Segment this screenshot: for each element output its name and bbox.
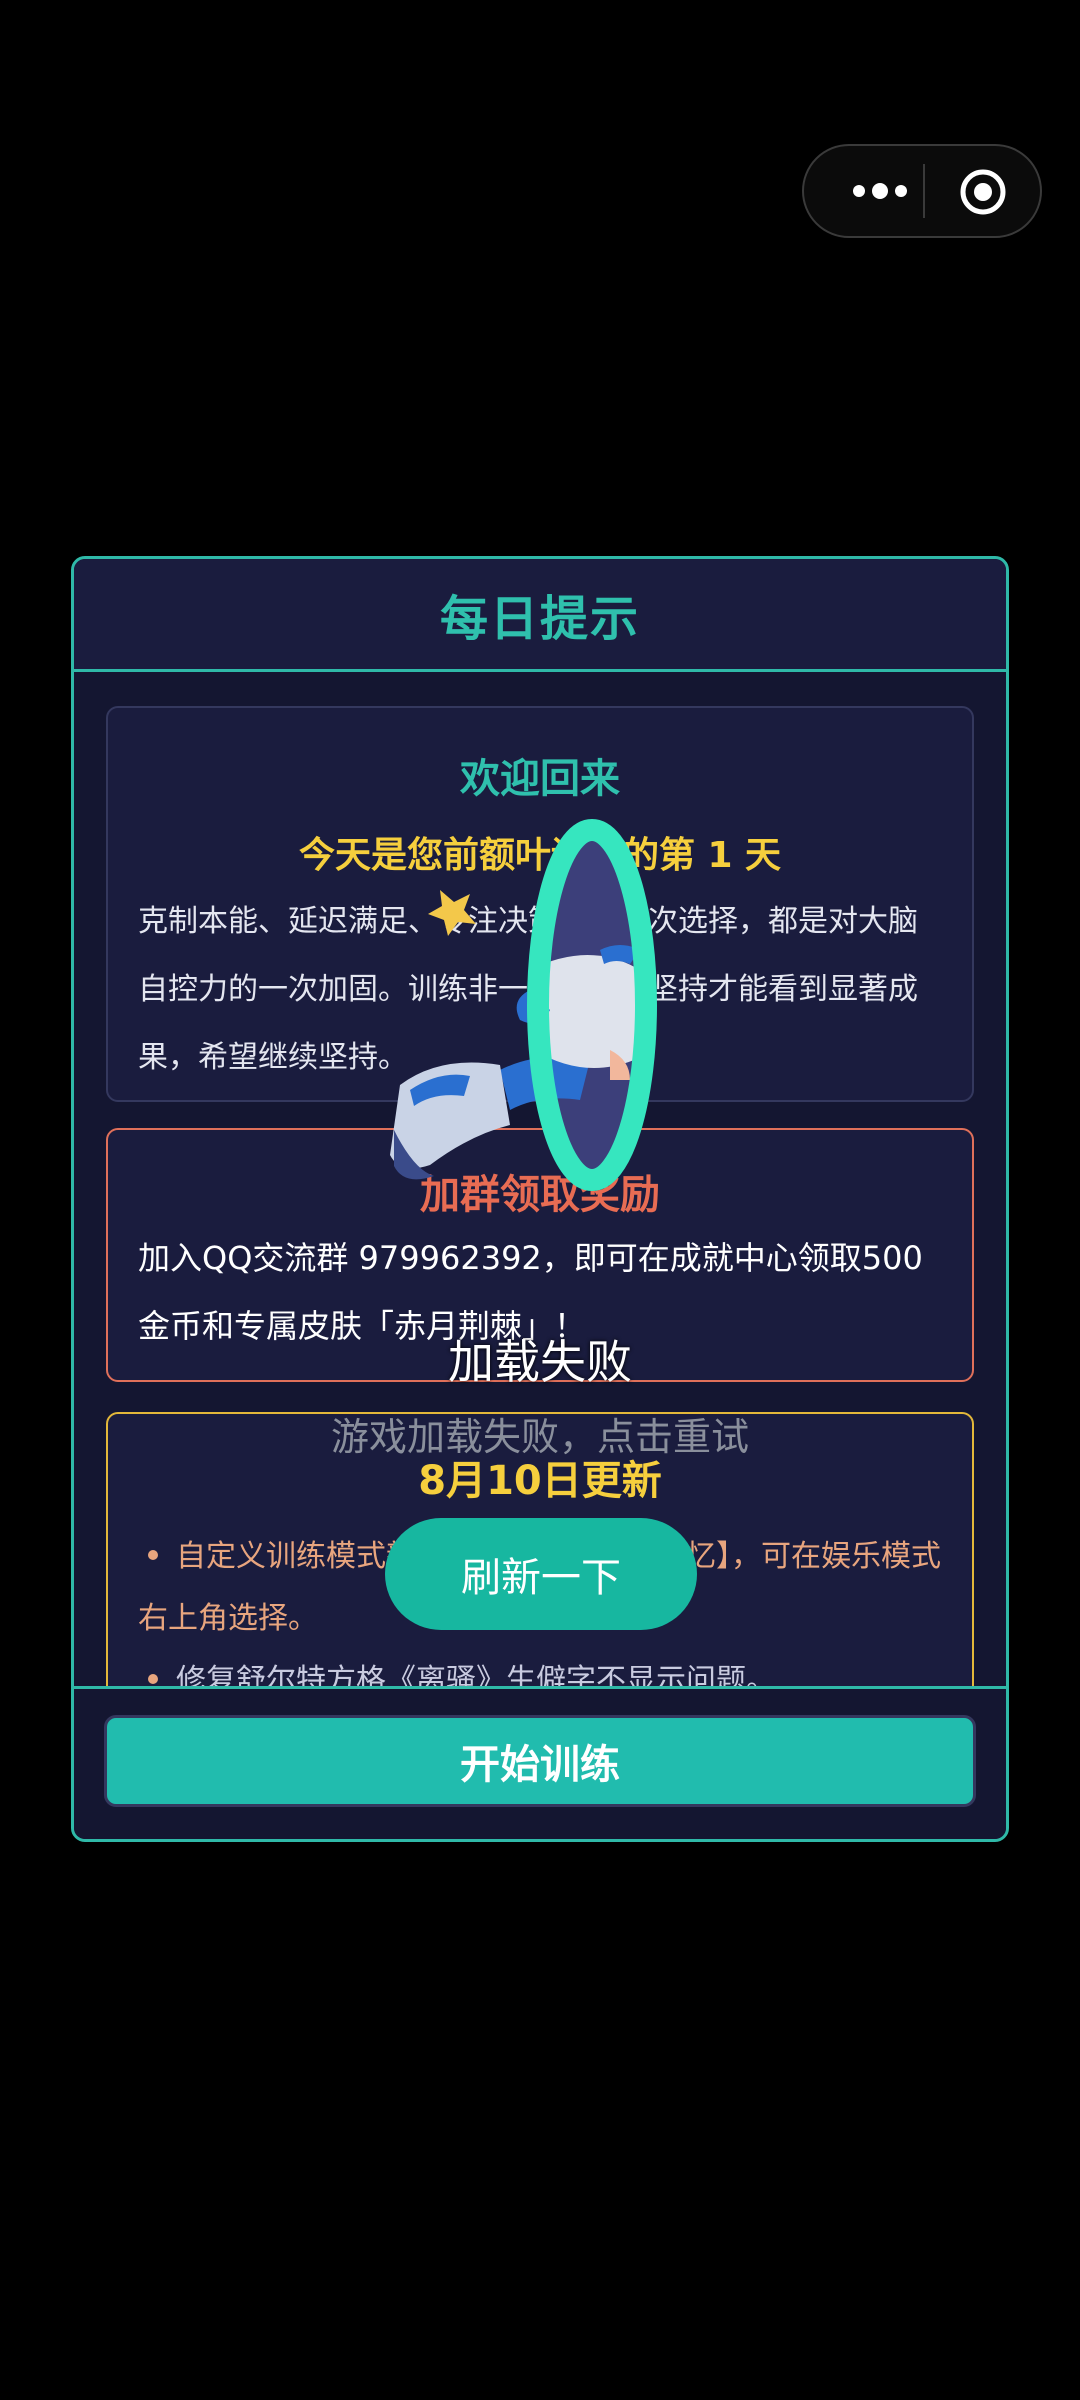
modal-title: 每日提示 [439,591,640,647]
update-title: 8月10日更新 [418,1458,662,1504]
reward-description: 加入QQ交流群 979962392，即可在成就中心领取500金币和专属皮肤「赤月… [138,1239,923,1345]
bullet-icon [148,1674,158,1684]
start-training-button[interactable]: 开始训练 [104,1715,976,1807]
welcome-description: 克制本能、延迟满足、专注决策，每一次选择，都是对大脑自控力的一次加固。训练非一日… [138,904,918,1075]
reward-card: 加群领取奖励 加入QQ交流群 979962392，即可在成就中心领取500金币和… [106,1128,974,1382]
bullet-icon [148,1550,158,1560]
daily-tips-modal: 每日提示 欢迎回来 今天是您前额叶训练的第 1 天 克制本能、延迟满足、专注决策… [71,556,1009,1842]
more-dots-icon[interactable] [836,146,924,236]
modal-footer: 开始训练 [74,1686,1006,1839]
capsule-divider [923,164,925,218]
refresh-button[interactable]: 刷新一下 [385,1518,697,1630]
modal-header: 每日提示 [74,559,1006,672]
mini-program-capsule [802,144,1042,238]
training-days-text: 今天是您前额叶训练的第 1 天 [298,835,782,876]
welcome-title: 欢迎回来 [460,756,620,802]
welcome-card: 欢迎回来 今天是您前额叶训练的第 1 天 克制本能、延迟满足、专注决策，每一次选… [106,706,974,1102]
target-icon[interactable] [959,168,1007,216]
reward-title: 加群领取奖励 [420,1172,660,1218]
